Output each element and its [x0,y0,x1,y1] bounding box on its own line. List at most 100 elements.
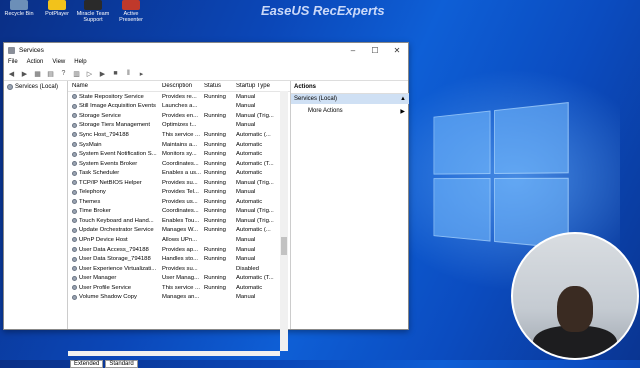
maximize-button[interactable]: ☐ [364,46,386,55]
pause-icon[interactable]: ‖ [124,70,133,77]
service-row[interactable]: Volume Shadow Copy Manages an... Manual [68,292,290,302]
actions-services-local[interactable]: Services (Local) ▲ [291,94,409,104]
service-startup-type: Manual [236,236,256,243]
column-header-status[interactable]: Status [204,83,236,89]
minimize-button[interactable]: – [342,46,364,55]
title-bar[interactable]: Services – ☐ ✕ [4,43,408,57]
properties-icon[interactable]: ▤ [46,70,55,78]
service-startup-type: Automatic [236,141,263,148]
play-alt-icon[interactable]: ▶ [98,70,107,78]
service-gear-icon [72,103,77,109]
desktop-icon-recycle-bin[interactable]: Recycle Bin [2,0,36,17]
service-row[interactable]: Touch Keyboard and Hand... Enables Tou...… [68,216,290,226]
service-status: Running [204,284,226,291]
service-name-cell: User Profile Service [68,285,162,291]
service-row[interactable]: SysMain Maintains a... Running Automatic [68,140,290,150]
actions-pane: Actions Services (Local) ▲ More Actions … [290,81,409,329]
service-startup-type: Manual [236,93,256,100]
service-row[interactable]: TCP/IP NetBIOS Helper Provides su... Runni… [68,178,290,188]
service-startup-type: Automatic [236,170,263,177]
desktop-icon-label: Miracle Team Support [76,11,110,23]
service-description: Manages an... [162,294,200,301]
windows-logo [433,101,571,259]
desktop-icon-label: Recycle Bin [4,11,34,17]
service-name: State Repository Service [79,93,144,100]
service-name-cell: Volume Shadow Copy [68,294,162,300]
actions-selected-label: Services (Local) [294,96,338,102]
service-name-cell: Update Orchestrator Service [68,227,162,233]
service-row[interactable]: Update Orchestrator Service Manages W... R… [68,226,290,236]
service-row[interactable]: Time Broker Coordinates... Running Manual (… [68,207,290,217]
menu-help[interactable]: Help [74,59,86,65]
service-gear-icon [72,208,77,214]
service-name: User Data Access_794188 [79,246,149,253]
service-row[interactable]: User Data Storage_794188 Handles sto... Ru… [68,254,290,264]
show-hide-tree-icon[interactable]: ▦ [33,70,42,78]
service-name: Volume Shadow Copy [79,294,137,301]
forward-icon[interactable]: ▶ [20,70,29,78]
collapse-arrow-icon[interactable]: ▲ [400,96,406,102]
column-header-name[interactable]: Name [68,83,162,89]
stop-icon[interactable]: ■ [111,70,120,77]
tab-standard[interactable]: Standard [105,360,138,368]
service-row[interactable]: Storage Service Provides en... Running Manu… [68,111,290,121]
service-name: Update Orchestrator Service [79,227,154,234]
desktop-icon-active-presenter[interactable]: Active Presenter [114,0,148,23]
desktop-icon-potplayer[interactable]: PotPlayer [40,0,74,17]
service-row[interactable]: User Profile Service This service ... Runn… [68,283,290,293]
service-row[interactable]: Task Scheduler Enables a us... Running Auto… [68,168,290,178]
service-name: TCP/IP NetBIOS Helper [79,179,142,186]
menu-bar: File Action View Help [4,57,408,67]
desktop-icon-miracle-team[interactable]: Miracle Team Support [76,0,110,23]
service-gear-icon [72,161,77,167]
menu-action[interactable]: Action [27,59,44,65]
service-row[interactable]: User Data Access_794188 Provides ap... Run… [68,245,290,255]
help-icon[interactable]: ? [59,70,68,77]
horizontal-scrollbar[interactable] [68,351,280,356]
service-name-cell: Storage Service [68,113,162,119]
tab-extended[interactable]: Extended [70,360,104,368]
column-header-description[interactable]: Description [162,83,204,89]
column-header-startup-type[interactable]: Startup Type [236,83,286,89]
service-row[interactable]: Sync Host_794188 This service ... Running A… [68,130,290,140]
vertical-scrollbar[interactable] [280,91,288,351]
service-startup-type: Manual [236,256,256,263]
more-actions[interactable]: More Actions ▶ [291,104,409,115]
scrollbar-thumb[interactable] [281,237,287,255]
service-status: Running [204,112,226,119]
service-row[interactable]: Still Image Acquisition Events Launches a… [68,102,290,112]
service-gear-icon [72,294,77,300]
play-icon[interactable]: ▷ [85,70,94,78]
export-icon[interactable]: ▥ [72,70,81,78]
service-name-cell: User Data Storage_794188 [68,256,162,262]
list-header: Name Description Status Startup Type [68,81,290,92]
services-window[interactable]: Services – ☐ ✕ File Action View Help ◀ ▶… [3,42,409,368]
restart-icon[interactable]: ▸ [137,70,146,78]
service-gear-icon [72,266,77,272]
service-startup-type: Manual (Trig... [236,179,274,186]
service-row[interactable]: User Manager User Manag... Running Automati… [68,273,290,283]
service-gear-icon [72,237,77,243]
menu-file[interactable]: File [8,59,18,65]
menu-view[interactable]: View [52,59,65,65]
tree-node-services-local[interactable]: Services (Local) [7,84,67,90]
service-gear-icon [72,94,77,100]
service-name-cell: Telephony [68,189,162,195]
service-gear-icon [72,227,77,233]
service-row[interactable]: Telephony Provides Tel... Running Manual [68,187,290,197]
service-description: Provides en... [162,112,199,119]
service-row[interactable]: Storage Tiers Management Optimizes t... Ma… [68,121,290,131]
service-row[interactable]: UPnP Device Host Allows UPn... Manual [68,235,290,245]
service-name: Themes [79,198,101,205]
service-row[interactable]: User Experience Virtualizati... Provides … [68,264,290,274]
service-row[interactable]: System Event Notification S... Monitors s… [68,149,290,159]
service-status: Running [204,275,226,282]
service-row[interactable]: System Events Broker Coordinates... Runnin… [68,159,290,169]
service-name-cell: System Event Notification S... [68,151,162,157]
service-status: Running [204,93,226,100]
close-button[interactable]: ✕ [386,46,408,55]
service-name-cell: State Repository Service [68,94,162,100]
service-row[interactable]: Themes Provides us... Running Automatic [68,197,290,207]
service-row[interactable]: State Repository Service Provides re... Ru… [68,92,290,102]
back-icon[interactable]: ◀ [7,70,16,78]
